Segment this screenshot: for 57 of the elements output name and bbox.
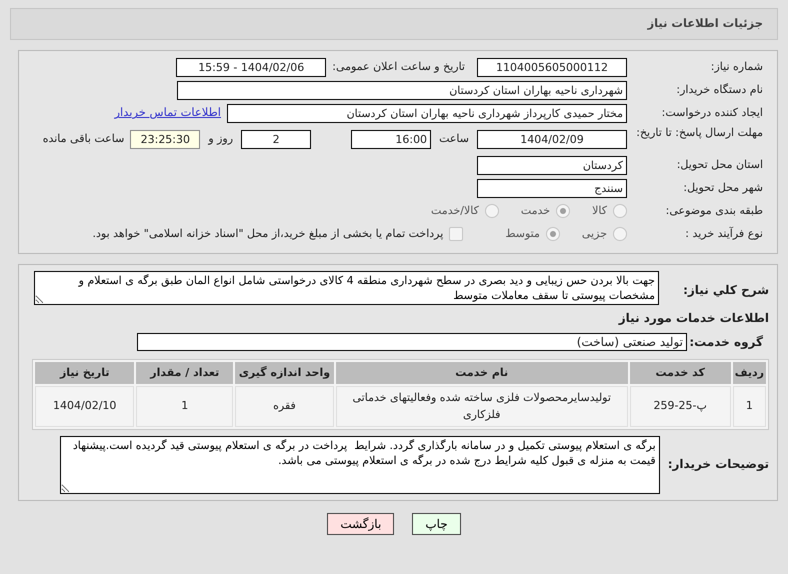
field-label: گروه خدمت: — [688, 334, 764, 351]
column-header: کد خدمت — [630, 362, 731, 384]
column-header: ردیف — [732, 362, 766, 384]
field-label: نوع فرآیند خرید : — [684, 226, 764, 242]
radio-button[interactable] — [613, 204, 627, 218]
checkbox-label: پرداخت تمام یا بخشی از مبلغ خرید،از محل "اسناد خزانه اسلامی" خواهد بود. — [92, 226, 444, 242]
field-label: شهر محل تحویل: — [682, 180, 764, 196]
remaining-time-field[interactable]: 23:25:30 — [130, 130, 200, 148]
table-cell: تولیدسایرمحصولات فلزی ساخته شده وفعالیتهای خدماتی فلزکاری — [336, 386, 628, 427]
field-label: روز و — [208, 130, 234, 147]
field-label: ساعت باقی مانده — [42, 130, 124, 147]
option-label: خدمت — [520, 202, 550, 219]
text-field[interactable]: 1104005605000112 — [477, 58, 627, 76]
days-field[interactable]: 2 — [241, 130, 312, 148]
text-field[interactable]: سنندج — [477, 178, 627, 198]
notes-field[interactable]: برگه ی استعلام پیوستی تکمیل و در سامانه بارگذاری گردد. شرایط پرداخت در برگه ی استعلام پیوستی قید گردیده است.پیشنهاد قیمت به منزله ی قبول کلیه شرایط درج شده در برگه ی استعلام پیوستی می باشد. — [60, 436, 660, 494]
text-field[interactable]: 1404/02/06 - 15:59 — [176, 58, 326, 76]
option-label: کالا — [592, 202, 607, 219]
radio-button[interactable] — [613, 227, 627, 241]
option-label: کالا/خدمت — [431, 202, 479, 219]
text-field[interactable]: شهرداری ناحیه بهاران استان کردستان — [177, 80, 627, 100]
column-header: تاریخ نیاز — [35, 362, 134, 384]
page-title: جزئیات اطلاعات نیاز — [647, 15, 763, 32]
table-cell: 1 — [732, 386, 766, 427]
text-field[interactable]: مختار حمیدی کارپرداز شهرداری ناحیه بهاران استان کردستان — [227, 104, 627, 122]
text-field[interactable]: کردستان — [477, 156, 627, 174]
option-label: متوسط — [505, 226, 540, 242]
description-field[interactable]: جهت بالا بردن حس زیبایی و دید بصری در سطح شهرداری منطقه 4 کالای درخواستی شامل انواع المان طبق برگه ی استعلام و مشخصات پیوستی تا سقف معاملات متوسط — [34, 271, 659, 305]
field-label: نام دستگاه خریدار: — [675, 82, 764, 98]
radio-button[interactable] — [484, 204, 499, 218]
section-heading: اطلاعات خدمات مورد نیاز — [617, 310, 769, 327]
field-label: استان محل تحویل: — [676, 158, 764, 172]
table-cell: پ-25-259 — [630, 386, 731, 427]
column-header: نام خدمت — [336, 362, 628, 384]
field-label: طبقه بندی موضوعی: — [664, 204, 764, 218]
action-button[interactable]: بازگشت — [327, 513, 394, 535]
field-label: شماره نیاز: — [710, 60, 764, 74]
time-field[interactable]: 16:00 — [351, 130, 432, 148]
field-label: توضیحات خریدار: — [668, 456, 769, 473]
field-label: تاریخ و ساعت اعلان عمومی: — [332, 58, 465, 75]
column-header: تعداد / مقدار — [136, 362, 234, 384]
field-label: ایجاد کننده درخواست: — [660, 106, 764, 120]
checkbox[interactable] — [449, 227, 464, 241]
table-cell: 1404/02/10 — [35, 386, 134, 427]
contact-link[interactable]: اطلاعات تماس خریدار — [114, 104, 221, 122]
action-button[interactable]: چاپ — [412, 513, 461, 535]
radio-button[interactable] — [546, 227, 560, 241]
radio-button[interactable] — [556, 204, 570, 218]
field-label: ساعت — [439, 130, 469, 147]
column-header: واحد اندازه گیری — [235, 362, 334, 384]
table-cell: فقره — [235, 386, 334, 427]
text-field[interactable]: تولید صنعتی (ساخت) — [137, 333, 687, 351]
option-label: جزیی — [582, 226, 607, 242]
table-cell: 1 — [136, 386, 234, 427]
field-label: شرح کلي نياز: — [682, 282, 769, 299]
date-field[interactable]: 1404/02/09 — [477, 130, 627, 148]
field-label: مهلت ارسال پاسخ: تا تاریخ: — [635, 126, 764, 140]
